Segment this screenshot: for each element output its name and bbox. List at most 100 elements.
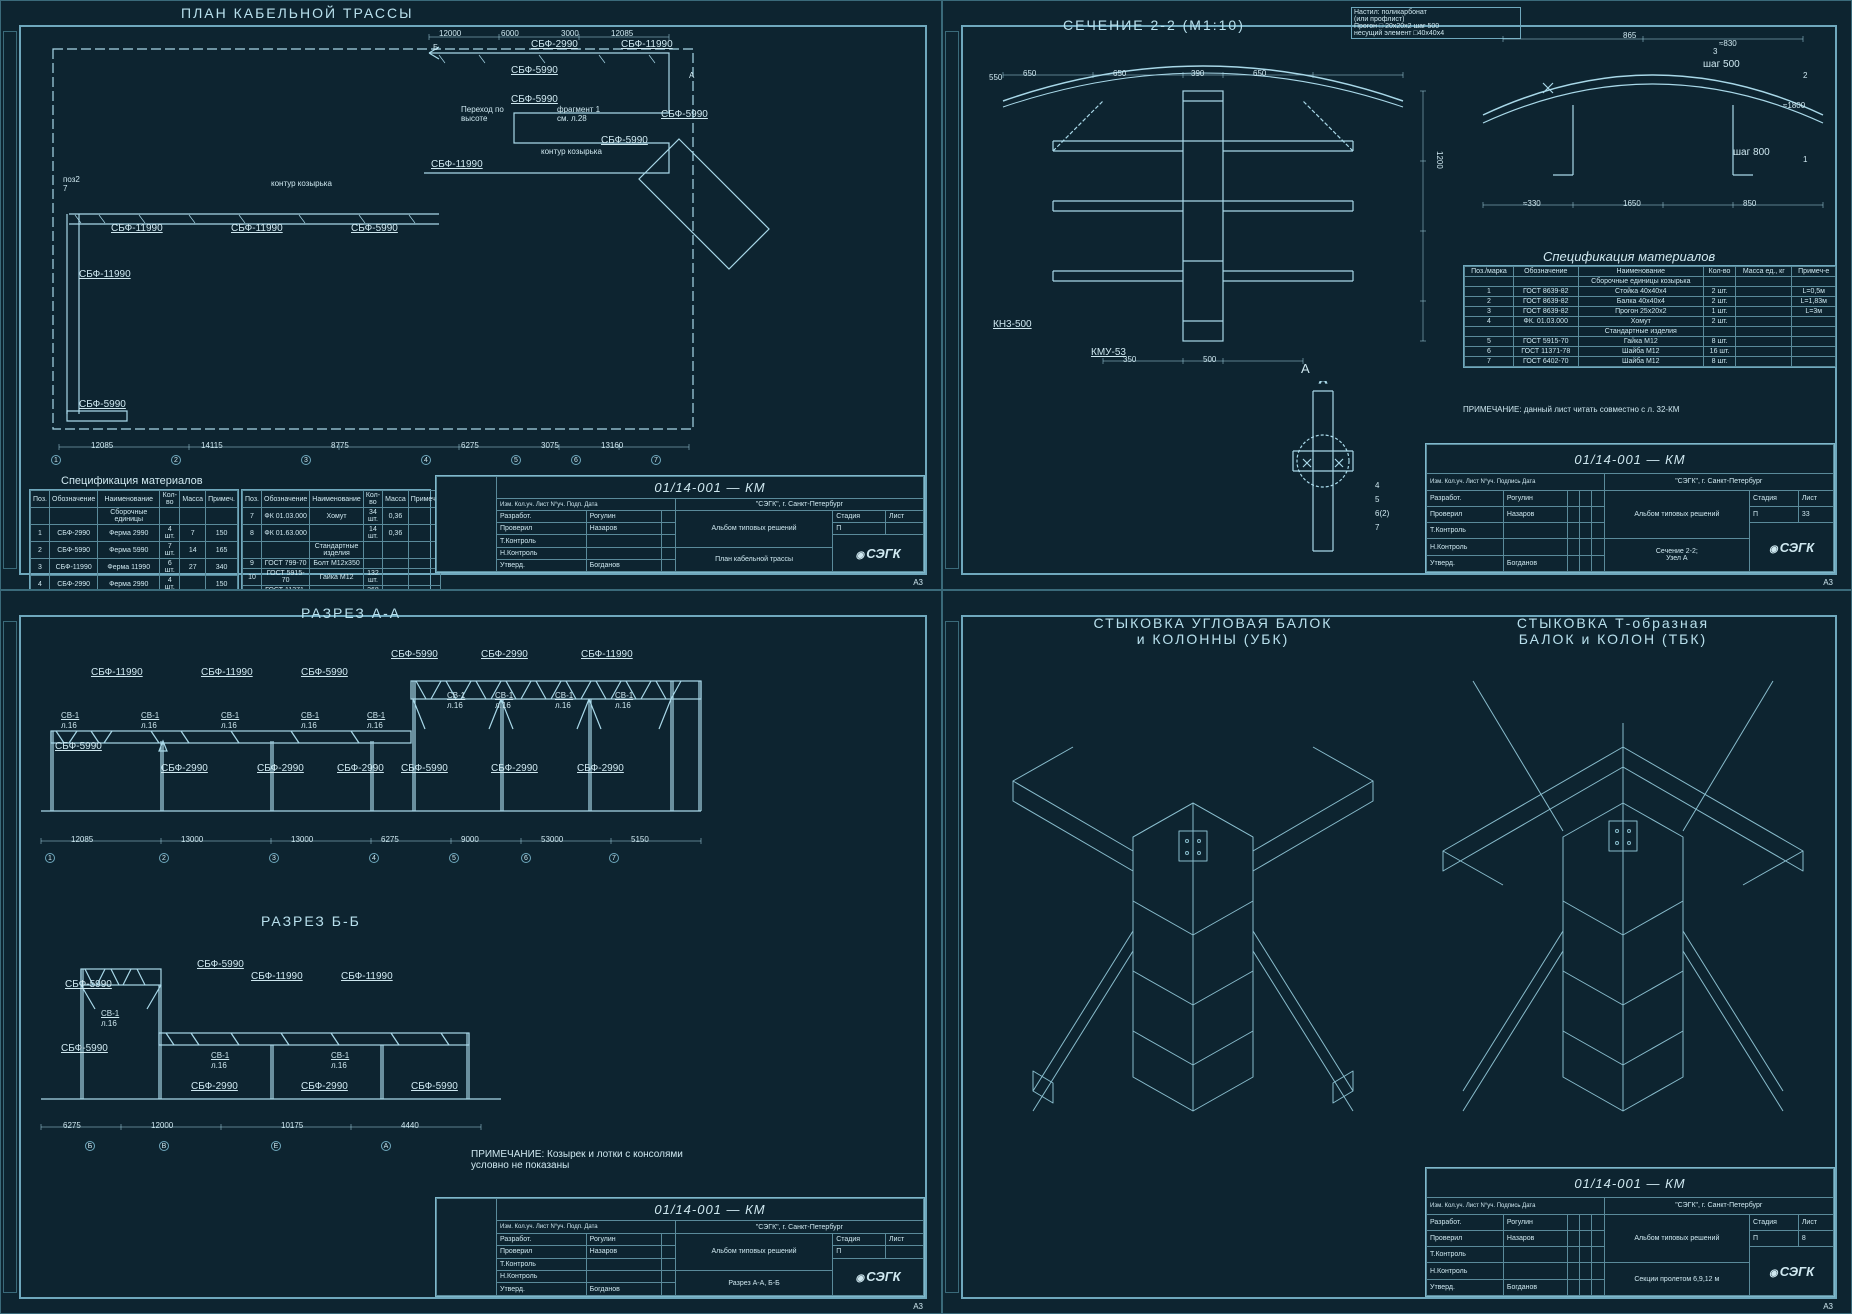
dim: 14115: [201, 441, 223, 450]
sv1: СВ-1: [61, 711, 79, 720]
dim: 3000: [561, 29, 579, 38]
binding-strip: [945, 31, 959, 569]
title-razrez-a: РАЗРЕЗ А-А: [301, 605, 401, 621]
callout: СБФ-5990: [391, 649, 438, 660]
l16: л.16: [495, 701, 511, 710]
axis-marker: 2: [171, 455, 181, 465]
axis: А: [381, 1141, 391, 1151]
shag500: шаг 500: [1703, 59, 1740, 70]
dim: 1200: [1435, 151, 1444, 169]
dim: 6275: [63, 1121, 81, 1130]
axis-marker: 4: [421, 455, 431, 465]
razrez-b-b: [31, 939, 511, 1139]
note-perehod: Переход по высоте: [461, 105, 504, 123]
l16: л.16: [331, 1061, 347, 1070]
dim: 12085: [91, 441, 113, 450]
axis: 1: [45, 853, 55, 863]
binding-strip: [3, 31, 17, 569]
ref: 3: [1713, 47, 1717, 56]
format: А3: [913, 1302, 923, 1311]
axis: 3: [269, 853, 279, 863]
dim: 1650: [1623, 199, 1641, 208]
title-block: 01/14-001 — КМ Изм. Кол.уч. Лист N°уч. П…: [1425, 1167, 1835, 1297]
sv1: СВ-1: [615, 691, 633, 700]
dim: 12000: [439, 29, 461, 38]
ref: 6(2): [1375, 509, 1389, 518]
sheet2-title: СЕЧЕНИЕ 2-2 (М1:10): [1063, 17, 1245, 33]
sv1: СВ-1: [447, 691, 465, 700]
l16: л.16: [615, 701, 631, 710]
callout: СБФ-5990: [511, 65, 558, 76]
callout: СБФ-2990: [161, 763, 208, 774]
iso-tbk: [1413, 671, 1833, 1131]
callout: СБФ-2990: [577, 763, 624, 774]
axis: Б: [85, 1141, 95, 1151]
dim: 6275: [461, 441, 479, 450]
sv1: СВ-1: [221, 711, 239, 720]
dim: 13160: [601, 441, 623, 450]
callout: СБФ-5990: [197, 959, 244, 970]
callout: СБФ-11990: [79, 269, 131, 280]
dim: 850: [1743, 199, 1756, 208]
spec-title: Спецификация материалов: [61, 475, 203, 487]
label-kmu: КМУ-53: [1091, 347, 1126, 358]
dim: 6000: [501, 29, 519, 38]
sheet-4-joints: СТЫКОВКА УГЛОВАЯ БАЛОК и КОЛОННЫ (УБК) С…: [942, 590, 1852, 1314]
sheet1-title: ПЛАН КАБЕЛЬНОЙ ТРАССЫ: [181, 5, 414, 21]
ref: 1: [1803, 155, 1807, 164]
title-block: 01/14-001 — КМ Изм. Кол.уч. Лист N°уч. П…: [435, 1197, 925, 1297]
plan-linework: [39, 29, 919, 459]
detail-A-view: А: [1233, 381, 1413, 571]
ref: 4: [1375, 481, 1379, 490]
callout: СБФ-5990: [61, 1043, 108, 1054]
callout: СБФ-11990: [91, 667, 143, 678]
l16: л.16: [367, 721, 383, 730]
axis-marker: 3: [301, 455, 311, 465]
dim: 650: [1113, 69, 1126, 78]
spec-table-left: Поз.ОбозначениеНаименованиеКол-воМассаПр…: [29, 489, 239, 590]
title-block: 01/14-001 — КМ Изм. Кол.уч. Лист N°уч. П…: [435, 475, 925, 573]
sv1: СВ-1: [331, 1051, 349, 1060]
sv1: СВ-1: [367, 711, 385, 720]
sv1: СВ-1: [301, 711, 319, 720]
axis: 4: [369, 853, 379, 863]
axis: 7: [609, 853, 619, 863]
axis: 5: [449, 853, 459, 863]
callout: СБФ-5990: [301, 667, 348, 678]
l16: л.16: [61, 721, 77, 730]
callout: СБФ-11990: [431, 159, 483, 170]
callout: СБФ-11990: [231, 223, 283, 234]
l16: л.16: [447, 701, 463, 710]
callout: СБФ-2990: [531, 39, 578, 50]
dim: ≈830: [1719, 39, 1737, 48]
sv1: СВ-1: [141, 711, 159, 720]
razrez-a-a: [31, 631, 711, 861]
l16: л.16: [101, 1019, 117, 1028]
spec-title: Спецификация материалов: [1543, 249, 1715, 264]
spec-table: Поз./маркаОбозначениеНаименованиеКол-воМ…: [1463, 265, 1837, 368]
sheet-1-plan: ПЛАН КАБЕЛЬНОЙ ТРАССЫ 12000 6000 3000 12…: [0, 0, 942, 590]
section-2-2: [973, 41, 1433, 401]
dim: 650: [1253, 69, 1266, 78]
axis: В: [159, 1141, 169, 1151]
dim: ≈1800: [1783, 101, 1805, 110]
callout: СБФ-5990: [65, 979, 112, 990]
callout: СБФ-2990: [301, 1081, 348, 1092]
callout: СБФ-5990: [351, 223, 398, 234]
axis-marker: 1: [51, 455, 61, 465]
callout: СБФ-2990: [337, 763, 384, 774]
callout: СБФ-5990: [79, 399, 126, 410]
note: ПРИМЕЧАНИЕ: Козырек и лотки с консолями …: [471, 1149, 683, 1171]
note-kontur: контур козырька: [541, 147, 602, 156]
poz: поз2 7: [63, 175, 80, 193]
callout: СБФ-5990: [661, 109, 708, 120]
callout: СБФ-11990: [581, 649, 633, 660]
title-block: 01/14-001 — КМ Изм. Кол.уч. Лист N°уч. П…: [1425, 443, 1835, 573]
axis: Е: [271, 1141, 281, 1151]
note-fragment: фрагмент 1 см. л.28: [557, 105, 600, 123]
iso-ubk: [983, 671, 1403, 1131]
callout: СБФ-5990: [401, 763, 448, 774]
l16: л.16: [301, 721, 317, 730]
sv1: СВ-1: [101, 1009, 119, 1018]
canopy-section: [1473, 25, 1833, 225]
